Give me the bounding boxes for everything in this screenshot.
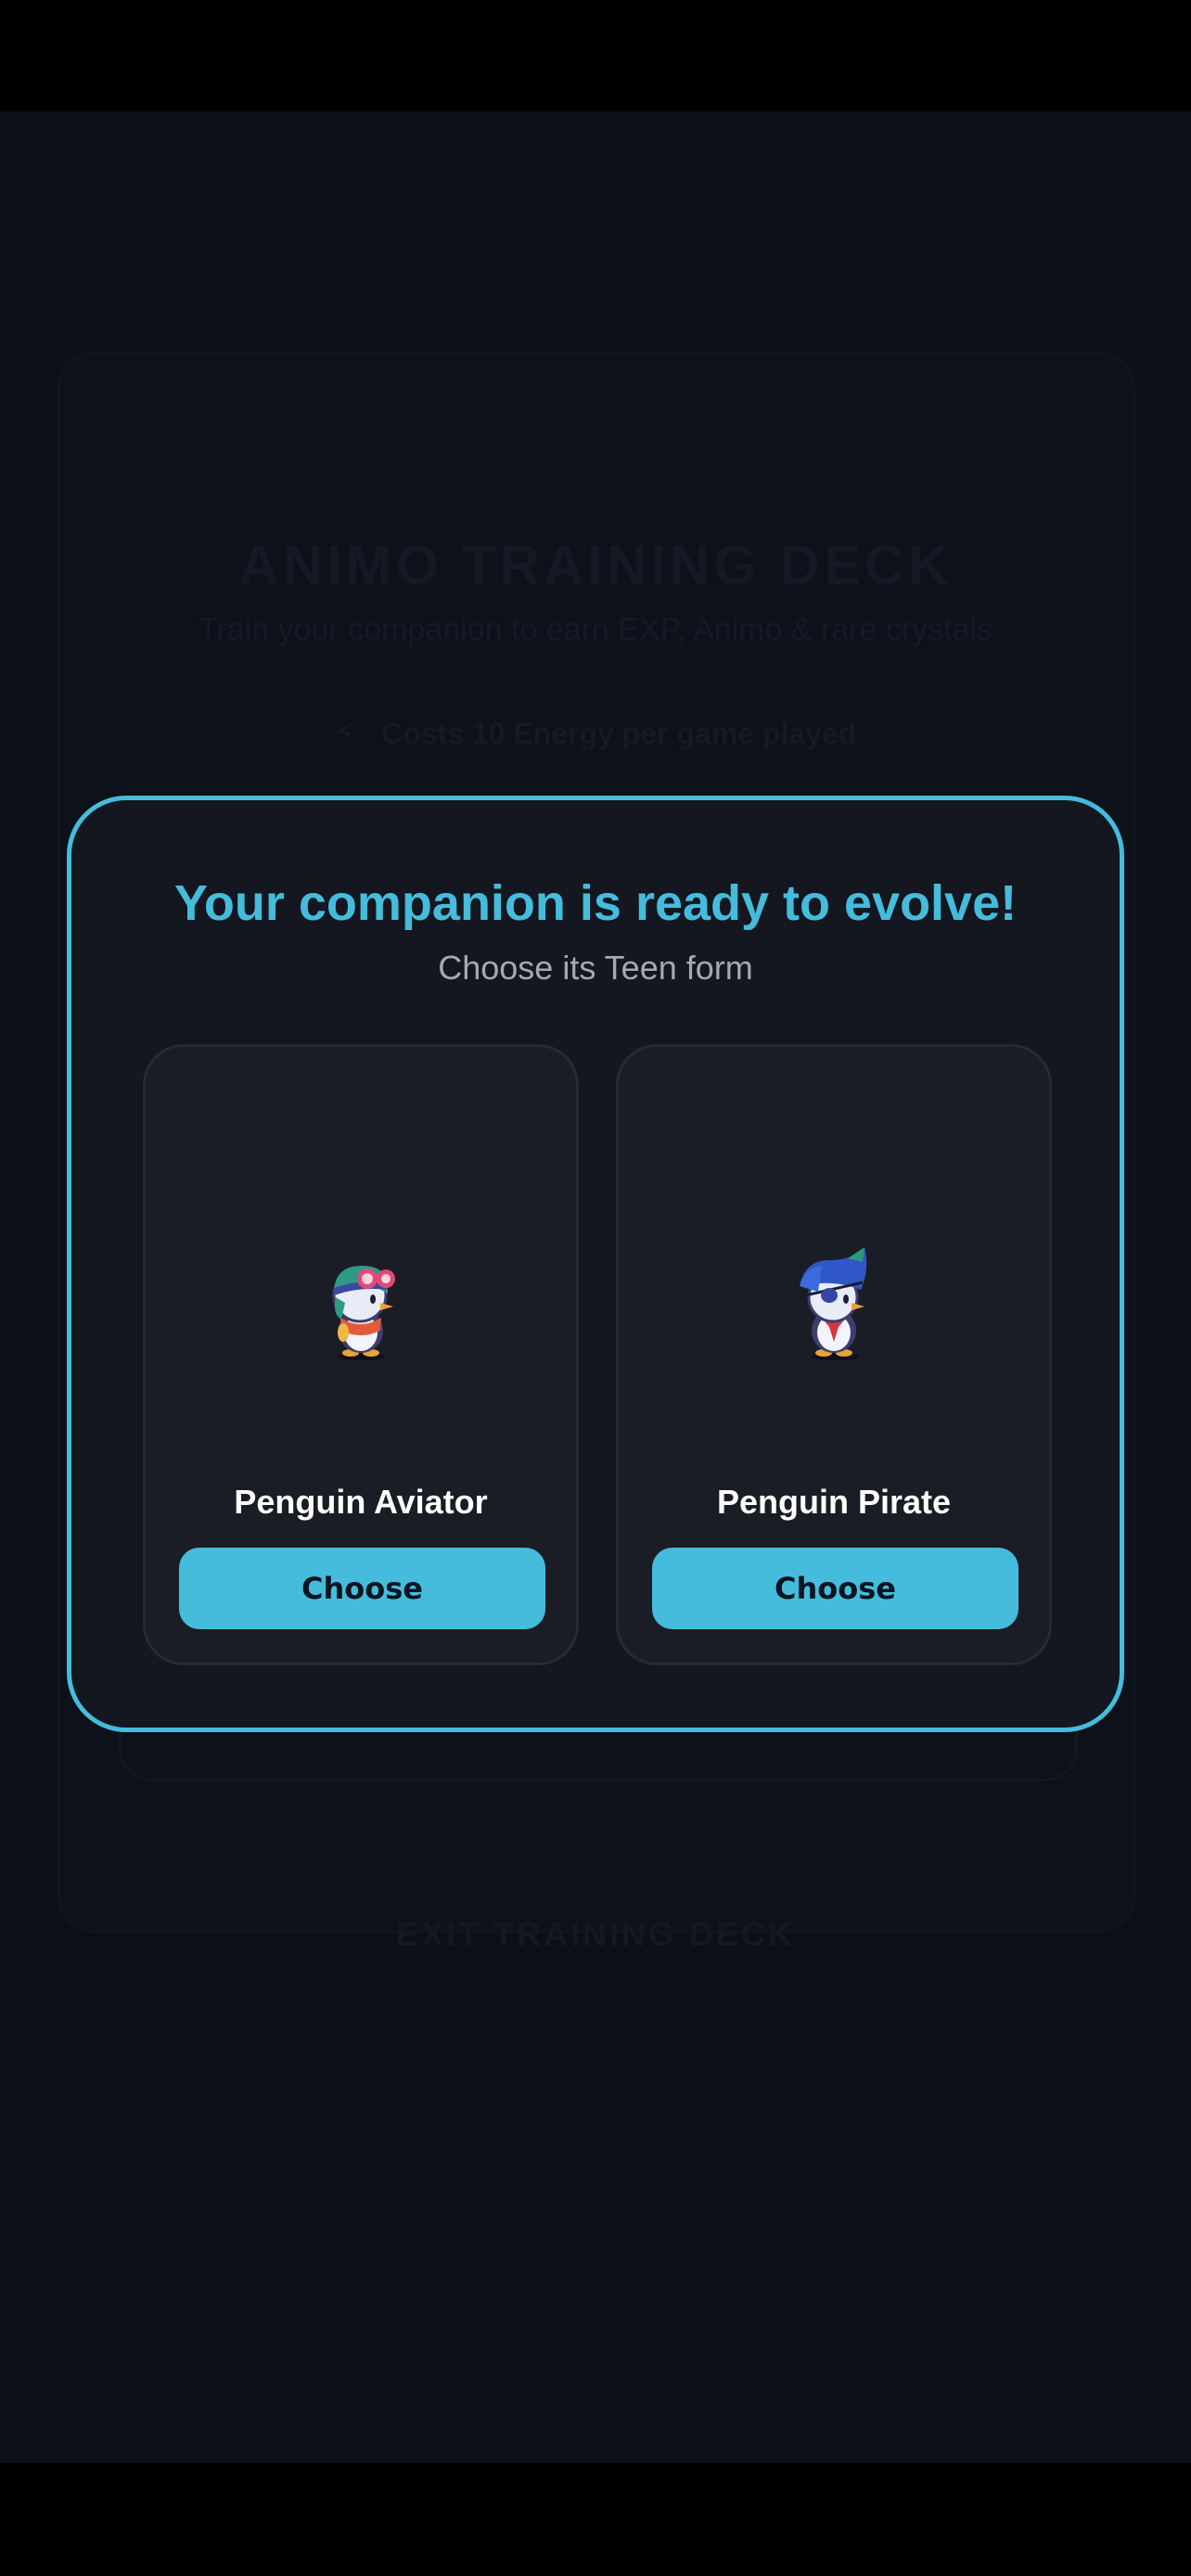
choose-aviator-button[interactable]: Choose bbox=[179, 1548, 545, 1629]
option-name-aviator: Penguin Aviator bbox=[234, 1483, 488, 1521]
evolution-modal: Your companion is ready to evolve! Choos… bbox=[67, 796, 1124, 1732]
modal-title: Your companion is ready to evolve! bbox=[173, 875, 1018, 931]
choose-pirate-button[interactable]: Choose bbox=[652, 1548, 1018, 1629]
modal-subtitle: Choose its Teen form bbox=[438, 949, 753, 987]
energy-cost-text: Costs 10 Energy per game played bbox=[381, 717, 857, 750]
training-deck-title: ANIMO TRAINING DECK bbox=[238, 534, 953, 596]
penguin-aviator-icon bbox=[332, 1266, 395, 1360]
energy-cost-note: ⚡ Costs 10 Energy per game played bbox=[0, 716, 1191, 751]
penguin-pirate-icon bbox=[800, 1247, 867, 1360]
home-indicator-area bbox=[0, 2463, 1191, 2576]
evolution-option-pirate[interactable]: Penguin Pirate Choose bbox=[616, 1044, 1052, 1665]
evolution-option-aviator[interactable]: Penguin Aviator Choose bbox=[143, 1044, 579, 1665]
lightning-icon: ⚡ bbox=[334, 717, 356, 750]
exit-training-deck-button[interactable]: EXIT TRAINING DECK bbox=[0, 1915, 1191, 1954]
status-bar bbox=[0, 0, 1191, 111]
training-deck-subtitle: Train your companion to earn EXP, Animo … bbox=[198, 612, 993, 647]
option-name-pirate: Penguin Pirate bbox=[716, 1483, 952, 1521]
